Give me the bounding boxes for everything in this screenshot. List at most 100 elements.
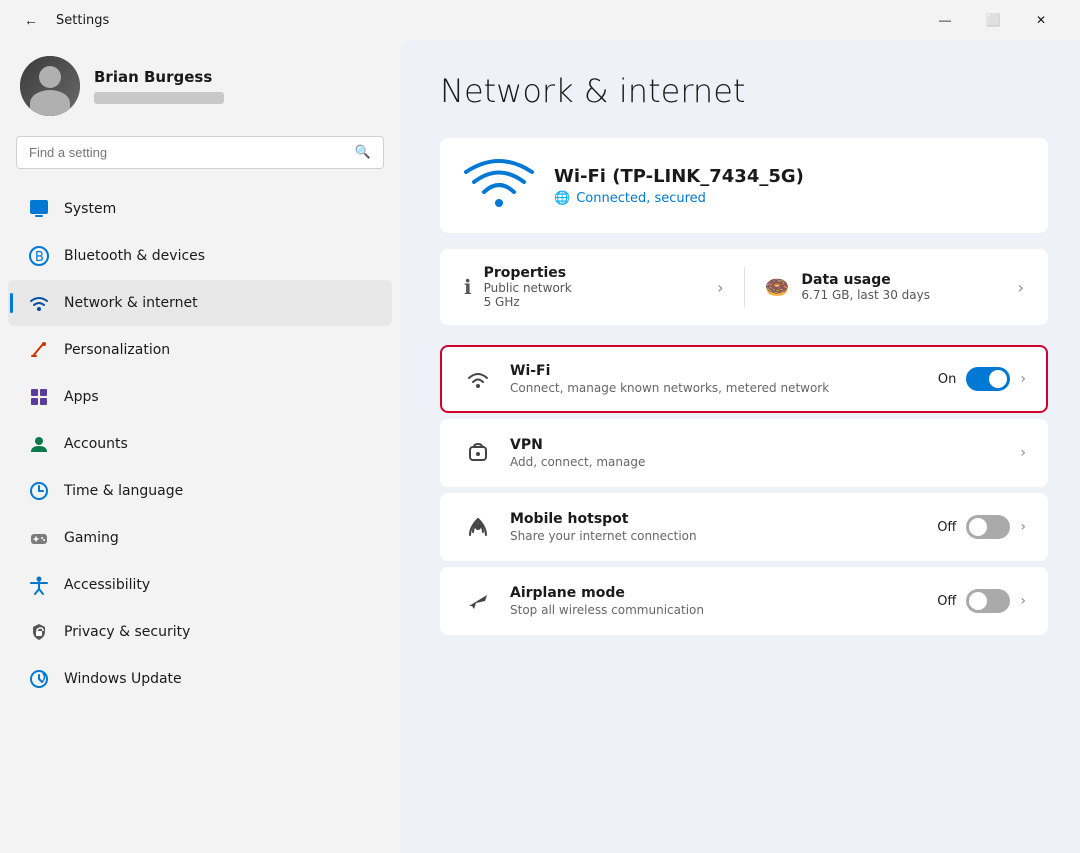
data-usage-chevron: ›	[1018, 278, 1024, 297]
sidebar-item-gaming[interactable]: Gaming	[8, 515, 392, 561]
sidebar-label-gaming: Gaming	[64, 530, 119, 546]
wifi-row-right: On ›	[938, 367, 1026, 391]
search-box[interactable]: 🔍	[16, 136, 384, 169]
gaming-icon	[28, 527, 50, 549]
hotspot-toggle-label: Off	[937, 520, 956, 535]
sidebar-label-privacy: Privacy & security	[64, 624, 190, 640]
time-icon	[28, 480, 50, 502]
sidebar-label-apps: Apps	[64, 389, 99, 405]
data-usage-icon: 🍩	[765, 275, 790, 299]
wifi-name: Wi-Fi (TP-LINK_7434_5G)	[554, 166, 804, 187]
sidebar-nav: System B Bluetooth & devices Network & inte…	[0, 185, 400, 703]
settings-row-hotspot[interactable]: Mobile hotspot Share your internet connec…	[440, 493, 1048, 561]
wifi-header-card: Wi-Fi (TP-LINK_7434_5G) 🌐 Connected, sec…	[440, 138, 1048, 233]
avatar-image	[20, 56, 80, 116]
detail-divider	[744, 267, 745, 307]
airplane-row-right: Off ›	[937, 589, 1026, 613]
wifi-chevron: ›	[1020, 371, 1026, 387]
hotspot-row-right: Off ›	[937, 515, 1026, 539]
hotspot-row-icon	[462, 511, 494, 543]
sidebar-item-apps[interactable]: Apps	[8, 374, 392, 420]
bluetooth-icon: B	[28, 245, 50, 267]
main-content: Network & internet Wi-Fi (TP-LINK_7434_5…	[400, 40, 1080, 853]
data-usage-sub: 6.71 GB, last 30 days	[801, 288, 930, 302]
sidebar-item-update[interactable]: Windows Update	[8, 656, 392, 702]
settings-rows: Wi-Fi Connect, manage known networks, met…	[440, 345, 1048, 635]
vpn-chevron: ›	[1020, 445, 1026, 461]
wifi-row-icon	[462, 363, 494, 395]
title-bar-controls: — ⬜ ✕	[922, 4, 1064, 36]
sidebar-item-time[interactable]: Time & language	[8, 468, 392, 514]
title-bar-left: ← Settings	[16, 8, 109, 32]
sidebar-label-personalization: Personalization	[64, 342, 170, 358]
wifi-toggle[interactable]	[966, 367, 1010, 391]
properties-sub2: 5 GHz	[484, 295, 572, 309]
sidebar-label-accessibility: Accessibility	[64, 577, 150, 593]
wifi-toggle-label: On	[938, 372, 956, 387]
airplane-toggle[interactable]	[966, 589, 1010, 613]
properties-item[interactable]: ℹ Properties Public network 5 GHz ›	[464, 265, 724, 309]
wifi-row-title: Wi-Fi	[510, 363, 922, 379]
properties-sub1: Public network	[484, 281, 572, 295]
airplane-chevron: ›	[1020, 593, 1026, 609]
airplane-row-icon	[462, 585, 494, 617]
hotspot-toggle[interactable]	[966, 515, 1010, 539]
privacy-icon	[28, 621, 50, 643]
sidebar-item-accounts[interactable]: Accounts	[8, 421, 392, 467]
vpn-row-sub: Add, connect, manage	[510, 455, 1004, 469]
properties-chevron: ›	[717, 278, 723, 297]
properties-text: Properties Public network 5 GHz	[484, 265, 572, 309]
globe-icon: 🌐	[554, 191, 570, 206]
network-icon	[28, 292, 50, 314]
airplane-row-sub: Stop all wireless communication	[510, 603, 921, 617]
sidebar-item-system[interactable]: System	[8, 186, 392, 232]
wifi-details-card: ℹ Properties Public network 5 GHz › 🍩 Da…	[440, 249, 1048, 325]
properties-title: Properties	[484, 265, 572, 281]
airplane-row-title: Airplane mode	[510, 585, 921, 601]
wifi-header-left: Wi-Fi (TP-LINK_7434_5G) 🌐 Connected, sec…	[464, 158, 804, 213]
vpn-row-icon	[462, 437, 494, 469]
wifi-row-text: Wi-Fi Connect, manage known networks, met…	[510, 363, 922, 395]
settings-row-airplane[interactable]: Airplane mode Stop all wireless communica…	[440, 567, 1048, 635]
sidebar-label-bluetooth: Bluetooth & devices	[64, 248, 205, 264]
sidebar-item-accessibility[interactable]: Accessibility	[8, 562, 392, 608]
sidebar-item-personalization[interactable]: Personalization	[8, 327, 392, 373]
sidebar-label-system: System	[64, 201, 116, 217]
sidebar-item-bluetooth[interactable]: B Bluetooth & devices	[8, 233, 392, 279]
page-title: Network & internet	[440, 72, 1048, 110]
svg-text:B: B	[35, 250, 44, 265]
wifi-signal-icon	[464, 158, 534, 213]
wifi-name-status: Wi-Fi (TP-LINK_7434_5G) 🌐 Connected, sec…	[554, 166, 804, 206]
hotspot-row-sub: Share your internet connection	[510, 529, 921, 543]
search-input[interactable]	[29, 145, 347, 160]
settings-row-wifi[interactable]: Wi-Fi Connect, manage known networks, met…	[440, 345, 1048, 413]
hotspot-chevron: ›	[1020, 519, 1026, 535]
airplane-toggle-label: Off	[937, 594, 956, 609]
maximize-button[interactable]: ⬜	[970, 4, 1016, 36]
user-info: Brian Burgess	[94, 68, 224, 104]
data-usage-item[interactable]: 🍩 Data usage 6.71 GB, last 30 days ›	[765, 272, 1025, 302]
wifi-row-sub: Connect, manage known networks, metered …	[510, 381, 922, 395]
hotspot-row-title: Mobile hotspot	[510, 511, 921, 527]
search-icon: 🔍	[355, 145, 371, 160]
sidebar-label-time: Time & language	[64, 483, 183, 499]
hotspot-row-text: Mobile hotspot Share your internet connec…	[510, 511, 921, 543]
user-name: Brian Burgess	[94, 68, 224, 86]
sidebar-item-privacy[interactable]: Privacy & security	[8, 609, 392, 655]
wifi-status-text: Connected, secured	[576, 191, 706, 206]
back-button[interactable]: ←	[16, 8, 46, 32]
user-profile: Brian Burgess	[0, 40, 400, 136]
sidebar-item-network[interactable]: Network & internet	[8, 280, 392, 326]
sidebar-label-accounts: Accounts	[64, 436, 128, 452]
settings-row-vpn[interactable]: VPNAdd, connect, manage›	[440, 419, 1048, 487]
sidebar: Brian Burgess 🔍 System B Bluetooth & devic…	[0, 40, 400, 853]
vpn-row-right: ›	[1020, 445, 1026, 461]
system-icon	[28, 198, 50, 220]
sidebar-label-network: Network & internet	[64, 295, 198, 311]
info-icon: ℹ	[464, 275, 472, 299]
close-button[interactable]: ✕	[1018, 4, 1064, 36]
minimize-button[interactable]: —	[922, 4, 968, 36]
airplane-row-text: Airplane mode Stop all wireless communica…	[510, 585, 921, 617]
app-body: Brian Burgess 🔍 System B Bluetooth & devic…	[0, 40, 1080, 853]
apps-icon	[28, 386, 50, 408]
